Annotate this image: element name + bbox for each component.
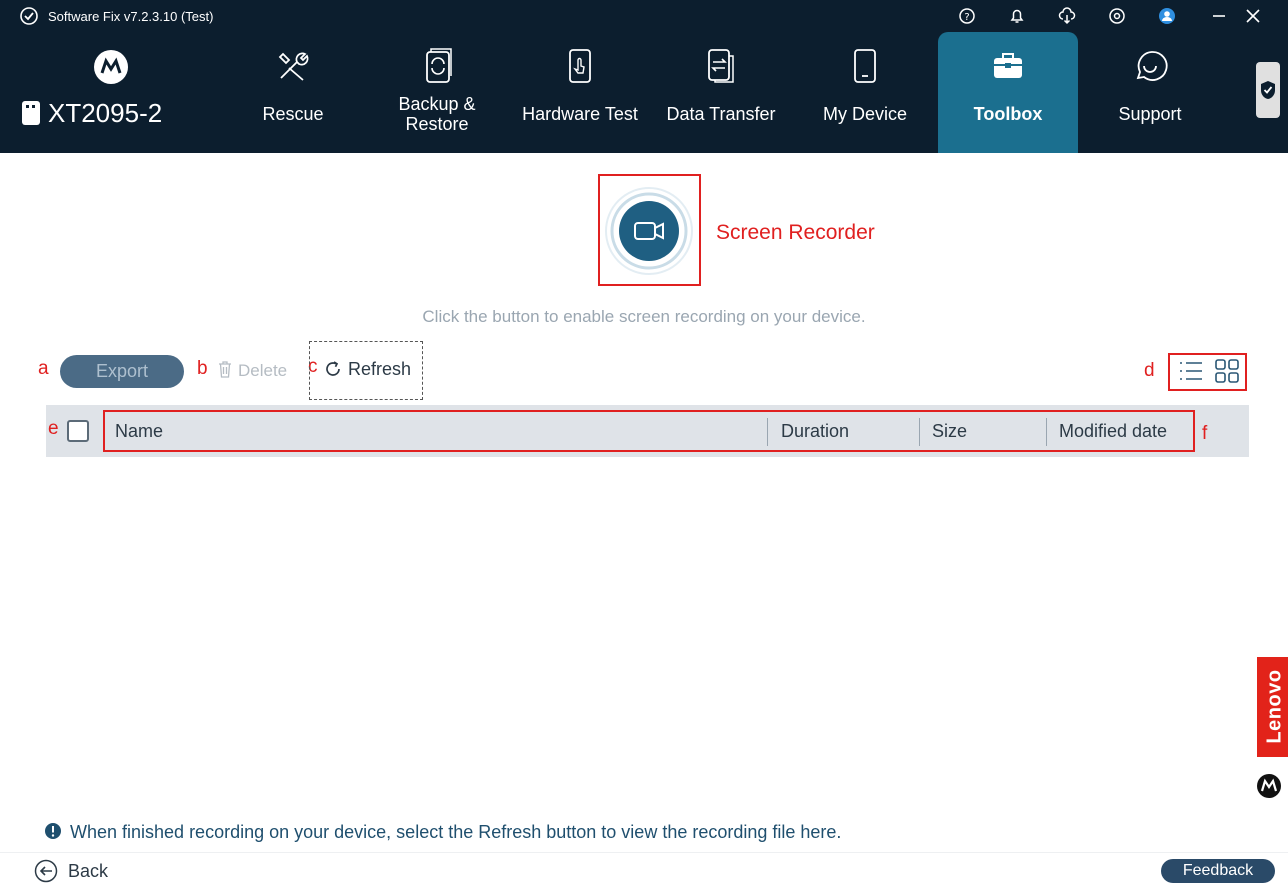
backup-restore-icon	[417, 46, 457, 86]
column-duration[interactable]: Duration	[781, 421, 849, 442]
column-divider[interactable]	[1046, 418, 1047, 446]
column-header-highlight	[103, 410, 1195, 452]
chat-icon	[1130, 46, 1170, 86]
nav-label: Rescue	[262, 104, 324, 124]
app-title: Software Fix v7.2.3.10 (Test)	[48, 9, 214, 24]
annotation-f: f	[1202, 423, 1208, 444]
recorder-hint-text: Click the button to enable screen record…	[422, 307, 866, 326]
lenovo-logo: Lenovo	[1257, 657, 1288, 757]
column-modified-date[interactable]: Modified date	[1059, 421, 1167, 442]
nav-backup-restore[interactable]: Backup & Restore	[376, 32, 498, 153]
column-divider[interactable]	[919, 418, 920, 446]
grid-view-icon[interactable]	[1214, 358, 1240, 384]
data-transfer-icon	[701, 46, 741, 86]
nav-label: Data Transfer	[666, 104, 776, 124]
toolbox-icon	[988, 46, 1028, 86]
info-icon	[44, 822, 62, 840]
device-name-label: XT2095-2	[48, 98, 163, 128]
usb-device-icon	[22, 101, 40, 125]
footer-divider	[0, 852, 1288, 853]
tools-icon	[273, 46, 313, 86]
nav-label: Backup & Restore	[398, 94, 476, 134]
cloud-download-icon[interactable]	[1058, 7, 1076, 25]
nav-label: Support	[1118, 104, 1182, 124]
feedback-button[interactable]: Feedback	[1161, 859, 1275, 883]
back-label: Back	[68, 861, 109, 881]
info-message: When finished recording on your device, …	[44, 822, 841, 843]
title-bar: Software Fix v7.2.3.10 (Test) ?	[0, 0, 1288, 32]
close-icon[interactable]	[1244, 7, 1262, 25]
nav-support[interactable]: Support	[1090, 32, 1210, 153]
security-shield-icon[interactable]	[1256, 62, 1280, 118]
phone-icon	[845, 46, 885, 86]
column-name[interactable]: Name	[115, 421, 163, 442]
hardware-test-icon	[560, 46, 600, 86]
annotation-b: b	[197, 358, 208, 379]
back-button[interactable]: Back	[34, 859, 108, 883]
screen-recorder-label: Screen Recorder	[716, 221, 875, 244]
refresh-label: Refresh	[348, 359, 412, 379]
device-name[interactable]: XT2095-2	[22, 98, 162, 129]
nav-label: My Device	[822, 104, 907, 124]
screen-record-button[interactable]	[604, 186, 694, 276]
select-all-checkbox[interactable]	[67, 420, 89, 442]
delete-label: Delete	[238, 361, 288, 380]
svg-text:?: ?	[964, 12, 969, 23]
refresh-icon	[324, 360, 342, 378]
nav-label: Toolbox	[973, 104, 1043, 124]
settings-icon[interactable]	[1108, 7, 1126, 25]
annotation-d: d	[1144, 360, 1155, 381]
back-arrow-icon	[34, 859, 58, 883]
main-navigation: XT2095-2 Rescue Backup & Restore Hardwar…	[0, 32, 1288, 153]
nav-rescue[interactable]: Rescue	[232, 32, 354, 153]
minimize-icon[interactable]	[1210, 7, 1228, 25]
nav-my-device[interactable]: My Device	[800, 32, 930, 153]
annotation-a: a	[38, 358, 49, 379]
nav-hardware-test[interactable]: Hardware Test	[514, 32, 646, 153]
info-text: When finished recording on your device, …	[70, 822, 842, 842]
help-icon[interactable]: ?	[958, 7, 976, 25]
column-divider[interactable]	[767, 418, 768, 446]
list-view-icon[interactable]	[1178, 358, 1204, 384]
app-logo-icon	[20, 7, 38, 25]
refresh-button[interactable]: Refresh	[324, 359, 411, 380]
motorola-logo-icon	[1256, 773, 1282, 799]
delete-button[interactable]: Delete	[218, 361, 287, 381]
motorola-logo-icon	[94, 50, 128, 84]
nav-toolbox[interactable]: Toolbox	[938, 32, 1078, 153]
bell-icon[interactable]	[1008, 7, 1026, 25]
nav-label: Hardware Test	[522, 104, 638, 124]
user-icon[interactable]	[1158, 7, 1176, 25]
trash-icon	[218, 361, 232, 378]
nav-data-transfer[interactable]: Data Transfer	[656, 32, 786, 153]
annotation-e: e	[48, 418, 59, 439]
export-button[interactable]: Export	[60, 355, 184, 388]
column-size[interactable]: Size	[932, 421, 967, 442]
